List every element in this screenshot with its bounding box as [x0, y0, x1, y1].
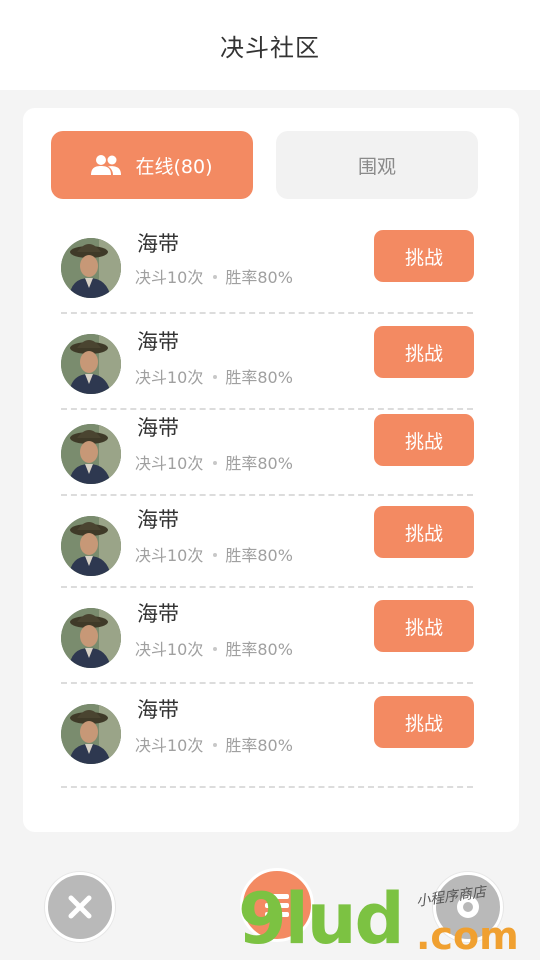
- win-rate: 胜率80%: [225, 268, 293, 287]
- menu-icon: [265, 894, 289, 917]
- player-stats: 决斗10次 胜率80%: [135, 364, 293, 388]
- player-stats: 决斗10次 胜率80%: [135, 264, 293, 288]
- duel-count: 决斗10次: [135, 736, 204, 755]
- target-button[interactable]: [433, 872, 503, 942]
- tab-online-label: 在线(80): [135, 155, 213, 178]
- player-name: 海带: [137, 232, 179, 256]
- list-item: 海带 决斗10次 胜率80% 挑战: [61, 410, 474, 496]
- tab-online[interactable]: 在线(80): [51, 131, 253, 199]
- avatar: [61, 608, 121, 668]
- separator-dot: [213, 743, 218, 747]
- player-stats: 决斗10次 胜率80%: [135, 732, 293, 756]
- separator-dot: [213, 275, 218, 279]
- avatar: [61, 334, 121, 394]
- player-name: 海带: [137, 602, 179, 626]
- avatar: [61, 424, 121, 484]
- win-rate: 胜率80%: [225, 640, 293, 659]
- win-rate: 胜率80%: [225, 546, 293, 565]
- duel-count: 决斗10次: [135, 640, 204, 659]
- duel-count: 决斗10次: [135, 268, 204, 287]
- header: 决斗社区: [0, 0, 540, 90]
- win-rate: 胜率80%: [225, 736, 293, 755]
- portrait-icon: [61, 608, 121, 668]
- page-title: 决斗社区: [220, 33, 320, 62]
- portrait-icon: [61, 424, 121, 484]
- separator-dot: [213, 553, 218, 557]
- close-button[interactable]: [45, 872, 115, 942]
- community-card: 在线(80) 围观 海带 决斗10次 胜率80% 挑战 海带 决斗10次 胜率8…: [23, 108, 519, 832]
- separator-dot: [213, 461, 218, 465]
- portrait-icon: [61, 334, 121, 394]
- avatar: [61, 704, 121, 764]
- tab-watch-label: 围观: [357, 155, 396, 178]
- list-item: 海带 决斗10次 胜率80% 挑战: [61, 588, 474, 684]
- challenge-button[interactable]: 挑战: [374, 230, 474, 282]
- player-name: 海带: [137, 508, 179, 532]
- tab-watch[interactable]: 围观: [276, 131, 478, 199]
- portrait-icon: [61, 704, 121, 764]
- player-stats: 决斗10次 胜率80%: [135, 636, 293, 660]
- avatar: [61, 238, 121, 298]
- duel-count: 决斗10次: [135, 454, 204, 473]
- menu-button[interactable]: [240, 868, 314, 942]
- list-item: 海带 决斗10次 胜率80% 挑战: [61, 496, 474, 588]
- player-stats: 决斗10次 胜率80%: [135, 542, 293, 566]
- duel-count: 决斗10次: [135, 546, 204, 565]
- list-item: 海带 决斗10次 胜率80% 挑战: [61, 314, 474, 410]
- win-rate: 胜率80%: [225, 368, 293, 387]
- avatar: [61, 516, 121, 576]
- close-icon: [68, 895, 92, 919]
- circle-icon: [457, 896, 479, 918]
- player-name: 海带: [137, 330, 179, 354]
- portrait-icon: [61, 238, 121, 298]
- separator-dot: [213, 375, 218, 379]
- challenge-button[interactable]: 挑战: [374, 506, 474, 558]
- win-rate: 胜率80%: [225, 454, 293, 473]
- challenge-button[interactable]: 挑战: [374, 696, 474, 748]
- separator-dot: [213, 647, 218, 651]
- portrait-icon: [61, 516, 121, 576]
- challenge-button[interactable]: 挑战: [374, 326, 474, 378]
- player-name: 海带: [137, 698, 179, 722]
- player-stats: 决斗10次 胜率80%: [135, 450, 293, 474]
- challenge-button[interactable]: 挑战: [374, 414, 474, 466]
- challenge-button[interactable]: 挑战: [374, 600, 474, 652]
- tab-bar: 在线(80) 围观: [51, 131, 479, 199]
- people-icon: [91, 155, 122, 175]
- dashed-divider: [61, 786, 473, 788]
- list-item: 海带 决斗10次 胜率80% 挑战: [61, 684, 474, 788]
- list-item: 海带 决斗10次 胜率80% 挑战: [61, 224, 474, 314]
- player-name: 海带: [137, 416, 179, 440]
- duel-count: 决斗10次: [135, 368, 204, 387]
